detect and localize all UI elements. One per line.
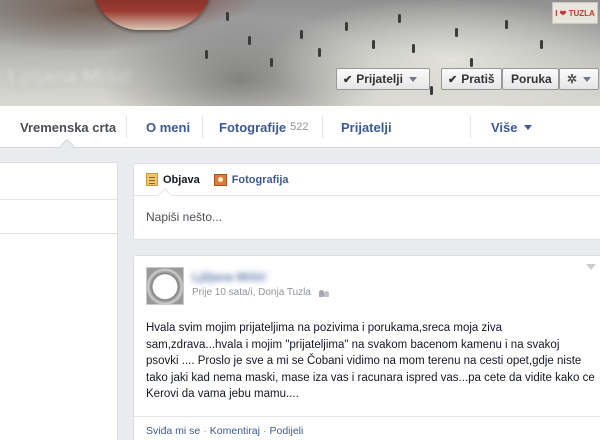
post-author[interactable]: Ljiljana Mišić: [192, 270, 267, 284]
tab-more[interactable]: Više: [491, 106, 532, 148]
divider: [0, 199, 117, 200]
composer-tab-post-label: Objava: [163, 173, 200, 186]
feed-post: Ljiljana Mišić Prije 10 sata/i, Donja Tu…: [133, 255, 600, 440]
message-button[interactable]: Poruka: [502, 68, 559, 90]
check-icon: ✔: [448, 73, 458, 86]
check-icon: ✔: [343, 73, 353, 86]
chevron-down-icon[interactable]: [586, 264, 596, 270]
photos-count: 522: [290, 121, 309, 133]
nav-divider: [126, 116, 127, 138]
cover-sign: I ❤ TUZLA: [552, 2, 598, 24]
tab-about[interactable]: O meni: [146, 106, 190, 148]
tab-photos-label: Fotografije: [219, 119, 287, 135]
like-link[interactable]: Sviđa mi se: [146, 425, 200, 437]
post-actions: Sviđa mi se · Komentiraj · Podijeli: [134, 416, 600, 440]
caret-down-icon: [583, 76, 592, 82]
nav-divider: [470, 116, 471, 138]
post-text-line: tako jaki kad nema maski, mase iza vas i…: [146, 371, 595, 384]
profile-nav: Vremenska crta O meni Fotografije 522 Pr…: [0, 106, 600, 154]
avatar[interactable]: [146, 267, 184, 305]
tab-more-label: Više: [491, 119, 518, 135]
message-button-label: Poruka: [511, 72, 552, 86]
left-column-box-lower: [0, 234, 118, 440]
post-timestamp-location[interactable]: Prije 10 sata/i, Donja Tuzla: [192, 287, 311, 298]
post-text-line: psovki .... Proslo je sve a mi se Čobani…: [146, 355, 582, 367]
post-composer: Objava Fotografija Napiši nešto...: [133, 163, 600, 240]
post-text-line: sam,zdrava...hvala i mojim "prijateljima…: [146, 338, 560, 351]
post-text-line: Kerovi da vama jebu mamu....: [146, 388, 299, 400]
composer-tab-post[interactable]: Objava: [146, 173, 200, 186]
settings-button[interactable]: ✲: [559, 68, 599, 90]
post-text: Hvala svim mojim prijateljima na pozivim…: [146, 320, 598, 403]
friends-button[interactable]: ✔ Prijatelji: [336, 68, 430, 90]
share-link[interactable]: Podijeli: [269, 425, 303, 437]
composer-tabs: Objava Fotografija: [134, 164, 600, 196]
post-text-line: Hvala svim mojim prijateljima na pozivim…: [146, 322, 502, 334]
cover-photo: I ❤ TUZLA Ljiljana Mišić ✔ Prijatelji ✔ …: [0, 0, 600, 106]
follow-button-label: Pratiš: [461, 72, 495, 86]
left-column-box: [0, 162, 118, 234]
post-icon: [146, 173, 158, 186]
photo-icon: [213, 173, 227, 186]
nav-divider: [322, 116, 323, 138]
comment-link[interactable]: Komentiraj: [210, 425, 260, 437]
gear-icon: ✲: [566, 72, 578, 86]
tab-photos[interactable]: Fotografije 522: [219, 106, 309, 148]
composer-tab-photo[interactable]: Fotografija: [213, 173, 289, 186]
friends-audience-icon[interactable]: [318, 289, 329, 297]
profile-name[interactable]: Ljiljana Mišić: [8, 66, 132, 89]
nav-divider: [202, 116, 203, 138]
caret-down-icon: [408, 76, 417, 82]
follow-button[interactable]: ✔ Pratiš: [441, 68, 502, 90]
composer-tab-photo-label: Fotografija: [231, 173, 289, 186]
friends-button-label: Prijatelji: [356, 72, 403, 86]
caret-down-icon: [523, 124, 532, 130]
post-meta: Prije 10 sata/i, Donja Tuzla: [192, 287, 329, 298]
composer-input[interactable]: Napiši nešto...: [134, 196, 600, 238]
tab-friends[interactable]: Prijatelji: [341, 106, 392, 148]
